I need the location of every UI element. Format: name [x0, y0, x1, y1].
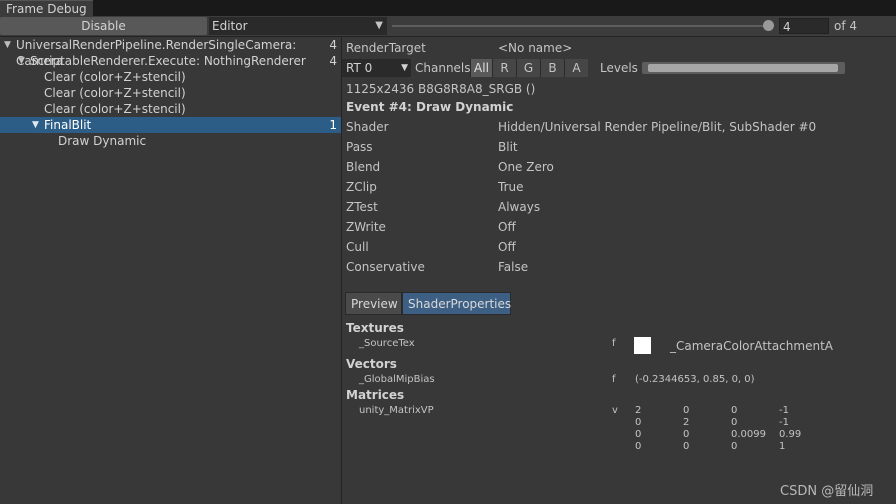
disable-button[interactable]: Disable [0, 17, 207, 35]
event-index-input[interactable]: 4 [779, 18, 829, 34]
expand-arrow-icon[interactable]: ▼ [4, 37, 11, 53]
tree-row-render-single-camera[interactable]: ▼ UniversalRenderPipeline.RenderSingleCa… [0, 37, 341, 68]
matrix-stage: v [612, 405, 618, 416]
prop-label-zwrite: ZWrite [346, 220, 386, 234]
matrix-cell: 0 [635, 417, 642, 428]
expand-arrow-icon[interactable]: ▼ [18, 53, 25, 69]
expand-arrow-icon[interactable]: ▼ [32, 117, 39, 133]
matrix-cell: 0 [731, 417, 738, 428]
matrix-cell: 0 [731, 441, 738, 452]
channel-r-toggle[interactable]: R [492, 59, 516, 77]
tree-row-label: Draw Dynamic [58, 134, 147, 148]
levels-label: Levels [600, 61, 638, 75]
channel-a-toggle[interactable]: A [564, 59, 588, 77]
tree-row-label: Clear (color+Z+stencil) [44, 102, 186, 116]
vector-value: (-0.2344653, 0.85, 0, 0) [635, 374, 755, 385]
tree-row-final-blit[interactable]: ▼ FinalBlit 1 [0, 117, 341, 133]
render-target-value: <No name> [498, 41, 573, 55]
prop-value-pass: Blit [498, 140, 518, 154]
matrix-cell: 0 [731, 405, 738, 416]
render-target-dropdown[interactable]: RT 0 ▼ [342, 59, 411, 77]
matrix-cell: 0 [635, 429, 642, 440]
matrices-header: Matrices [346, 388, 405, 402]
tree-row-count: 4 [329, 54, 337, 68]
vectors-header: Vectors [346, 357, 397, 371]
prop-value-ztest: Always [498, 200, 541, 214]
watermark-text: CSDN @留仙洞 [780, 484, 874, 499]
tree-row-count: 1 [329, 118, 337, 132]
matrix-cell: 0 [683, 405, 690, 416]
matrix-cell: 0.0099 [731, 429, 766, 440]
render-target-format: 1125x2436 B8G8R8A8_SRGB () [346, 82, 536, 96]
tree-row-label: FinalBlit [44, 118, 92, 132]
event-total-label: of 4 [834, 19, 858, 33]
texture-preview-swatch[interactable] [634, 337, 651, 354]
event-title: Event #4: Draw Dynamic [346, 100, 514, 114]
window-tab-bar [0, 0, 896, 16]
matrix-cell: 0 [683, 441, 690, 452]
prop-value-blend: One Zero [498, 160, 554, 174]
tree-row-clear[interactable]: Clear (color+Z+stencil) [0, 69, 341, 85]
levels-range-fill[interactable] [648, 64, 838, 72]
event-slider-handle[interactable] [763, 20, 774, 31]
tab-preview[interactable]: Preview [345, 292, 402, 315]
texture-name: _SourceTex [359, 338, 415, 349]
target-dropdown[interactable]: Editor ▼ [209, 17, 387, 35]
render-target-dropdown-value: RT 0 [346, 61, 373, 75]
matrix-cell: 2 [683, 417, 690, 428]
texture-value: _CameraColorAttachmentA [670, 339, 833, 353]
prop-value-zwrite: Off [498, 220, 516, 234]
channel-all-toggle[interactable]: All [470, 59, 492, 77]
tree-row-label: Clear (color+Z+stencil) [44, 86, 186, 100]
matrix-cell: -1 [779, 417, 789, 428]
texture-stage: f [612, 338, 616, 349]
tree-row-clear[interactable]: Clear (color+Z+stencil) [0, 85, 341, 101]
prop-label-ztest: ZTest [346, 200, 378, 214]
prop-label-cull: Cull [346, 240, 369, 254]
chevron-down-icon: ▼ [375, 20, 383, 31]
prop-value-conservative: False [498, 260, 529, 274]
tree-row-draw-dynamic[interactable]: Draw Dynamic [0, 133, 341, 149]
channels-label: Channels [415, 61, 471, 75]
chevron-down-icon: ▼ [401, 63, 408, 73]
matrix-cell: 1 [779, 441, 786, 452]
render-target-label: RenderTarget [346, 41, 426, 55]
matrix-cell: -1 [779, 405, 789, 416]
prop-value-cull: Off [498, 240, 516, 254]
prop-label-blend: Blend [346, 160, 381, 174]
tree-row-label: Clear (color+Z+stencil) [44, 70, 186, 84]
tree-row-clear[interactable]: Clear (color+Z+stencil) [0, 101, 341, 117]
tree-row-label: ScriptableRenderer.Execute: NothingRende… [30, 54, 306, 68]
event-hierarchy-panel: ▼ UniversalRenderPipeline.RenderSingleCa… [0, 37, 342, 504]
event-slider-track[interactable] [392, 25, 767, 27]
matrix-cell: 0 [683, 429, 690, 440]
tab-shader-properties[interactable]: ShaderProperties [402, 292, 511, 315]
vector-name: _GlobalMipBias [359, 374, 435, 385]
prop-label-pass: Pass [346, 140, 373, 154]
channel-b-toggle[interactable]: B [540, 59, 564, 77]
tree-row-renderer-execute[interactable]: ▼ ScriptableRenderer.Execute: NothingRen… [0, 53, 341, 69]
target-dropdown-value: Editor [212, 19, 248, 33]
prop-value-zclip: True [498, 180, 524, 194]
prop-label-conservative: Conservative [346, 260, 425, 274]
matrix-name: unity_MatrixVP [359, 405, 434, 416]
matrix-cell: 2 [635, 405, 642, 416]
matrix-cell: 0.99 [779, 429, 802, 440]
window-tab-frame-debug[interactable]: Frame Debug [0, 0, 93, 16]
prop-value-shader: Hidden/Universal Render Pipeline/Blit, S… [498, 120, 817, 134]
channel-g-toggle[interactable]: G [516, 59, 540, 77]
prop-label-shader: Shader [346, 120, 389, 134]
vector-stage: f [612, 374, 616, 385]
textures-header: Textures [346, 321, 404, 335]
tree-row-count: 4 [329, 38, 337, 52]
matrix-cell: 0 [635, 441, 642, 452]
prop-label-zclip: ZClip [346, 180, 377, 194]
